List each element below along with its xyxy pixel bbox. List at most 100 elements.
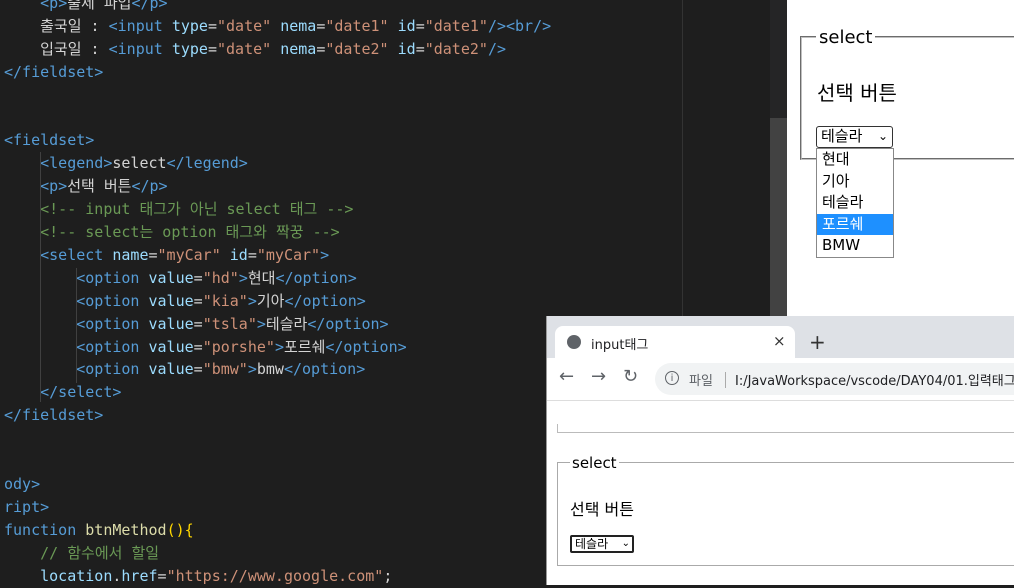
code-line: <option value="tsla">테슬라</option> (4, 313, 389, 336)
code-token: 출국일 : (4, 16, 109, 35)
forward-arrow-icon[interactable]: → (591, 366, 606, 387)
code-token: <legend> (4, 154, 113, 173)
code-token: value (148, 291, 194, 310)
tab-title: input태그 (591, 338, 649, 353)
browser-page-top: select 선택 버튼 테슬라 ⌄ 현대 기아 테슬라 포르쉐 BMW (787, 0, 1014, 316)
code-token: "https://www.google.com" (166, 566, 384, 585)
fieldset-legend: select (570, 454, 619, 472)
code-token: > (238, 268, 248, 287)
code-line: <p>선택 버튼</p> (4, 175, 167, 198)
code-line: <!-- select는 option 태그와 짝꿍 --> (4, 221, 340, 244)
code-line: <select name="myCar" id="myCar"> (4, 244, 329, 267)
code-token: 선택 버튼 (67, 177, 132, 196)
code-token: 기아 (256, 291, 285, 310)
info-icon[interactable]: i (665, 371, 679, 385)
code-token: name (112, 245, 149, 264)
chevron-down-icon: ⌄ (621, 538, 630, 549)
code-token: </p> (131, 0, 168, 12)
code-token: </option> (307, 314, 389, 333)
code-token: 포르쉐 (283, 337, 326, 356)
code-token: <!-- select는 option 태그와 짝꿍 --> (4, 223, 340, 241)
code-token: = (193, 291, 203, 310)
select-option[interactable]: BMW (817, 235, 893, 257)
tab-bar: input태그 × + (547, 316, 1014, 358)
editor-divider (682, 0, 683, 320)
code-token: = (207, 16, 217, 35)
code-token: <p> (4, 177, 68, 196)
code-token: "date2" (424, 39, 488, 58)
code-token: "date2" (325, 39, 389, 58)
code-token: id (388, 39, 416, 58)
code-token: = (415, 39, 425, 58)
code-token: id (388, 16, 416, 35)
close-icon[interactable]: × (773, 332, 786, 350)
code-token: (){ (166, 520, 194, 539)
code-token: </option> (275, 268, 357, 287)
code-token: location (4, 566, 113, 585)
indent-guide (76, 268, 77, 383)
code-line: </fieldset> (4, 404, 103, 427)
code-token: /><br/> (487, 16, 552, 35)
url-text[interactable]: I:/JavaWorkspace/vscode/DAY04/01.입력태그 (735, 370, 1014, 389)
code-token: </option> (325, 337, 407, 356)
fieldset-legend: select (816, 27, 876, 48)
code-token: "myCar" (256, 245, 321, 264)
code-token: ody> (4, 474, 41, 493)
code-token: = (247, 245, 257, 264)
car-select[interactable]: 테슬라 ⌄ (816, 126, 893, 148)
reload-icon[interactable]: ↻ (623, 366, 638, 387)
code-token: /> (487, 39, 506, 58)
code-token: > (247, 360, 257, 379)
globe-icon (567, 335, 581, 349)
code-token: </option> (284, 291, 366, 310)
code-token: type (171, 16, 208, 35)
code-token: <!-- input 태그가 아닌 select 태그 --> (4, 200, 354, 219)
code-line: <fieldset> (4, 129, 94, 152)
code-token: nema (271, 39, 317, 58)
code-token: "porshe" (202, 337, 275, 356)
code-token: nema (271, 16, 317, 35)
code-line: ody> (4, 473, 40, 496)
car-select[interactable]: 테슬라 ⌄ (570, 535, 634, 553)
code-token: 테슬라 (265, 314, 308, 333)
select-option[interactable]: 테슬라 (817, 192, 893, 214)
chevron-down-icon: ⌄ (877, 129, 888, 143)
select-value: 테슬라 (575, 537, 609, 551)
code-token: // 함수에서 할일 (4, 543, 160, 562)
code-token: > (274, 337, 284, 356)
tab-input[interactable]: input태그 × (555, 326, 795, 358)
new-tab-button[interactable]: + (809, 330, 826, 354)
code-token: value (148, 268, 194, 287)
code-token: type (171, 39, 208, 58)
code-token: = (415, 16, 425, 35)
code-line: <!-- input 태그가 아닌 select 태그 --> (4, 198, 353, 221)
code-token: 출제 파업 (67, 0, 132, 12)
code-token: value (148, 337, 194, 356)
select-value: 테슬라 (821, 127, 863, 145)
code-line: 출국일 : <input type="date" nema="date1" id… (4, 15, 551, 38)
select-option[interactable]: 포르쉐 (817, 213, 893, 236)
code-line: <option value="hd">현대</option> (4, 267, 357, 290)
address-bar[interactable]: i 파일 I:/JavaWorkspace/vscode/DAY04/01.입력… (655, 363, 1014, 395)
code-token: 현대 (247, 268, 276, 287)
code-token: "bmw" (202, 360, 248, 379)
browser-window: input태그 × + ← → ↻ i 파일 I:/JavaWorkspace/… (546, 316, 1014, 585)
code-line: </fieldset> (4, 61, 103, 84)
code-line: </select> (4, 381, 121, 404)
code-token: = (207, 39, 217, 58)
code-token: "date" (217, 39, 272, 58)
select-dropdown[interactable]: 현대 기아 테슬라 포르쉐 BMW (816, 148, 894, 258)
scrollbar-thumb[interactable] (770, 118, 787, 318)
divider (725, 372, 726, 388)
code-line: <option value="bmw">bmw</option> (4, 358, 365, 381)
code-token: "tsla" (202, 314, 257, 333)
code-token: </legend> (166, 154, 248, 173)
code-token: ; (383, 566, 393, 585)
paragraph: 선택 버튼 (817, 81, 897, 105)
code-line: <option value="porshe">포르쉐</option> (4, 336, 407, 359)
select-option[interactable]: 기아 (817, 171, 893, 193)
code-token: p (49, 0, 59, 12)
code-token: <input (108, 39, 172, 58)
back-arrow-icon[interactable]: ← (559, 366, 574, 387)
select-option[interactable]: 현대 (817, 149, 893, 171)
